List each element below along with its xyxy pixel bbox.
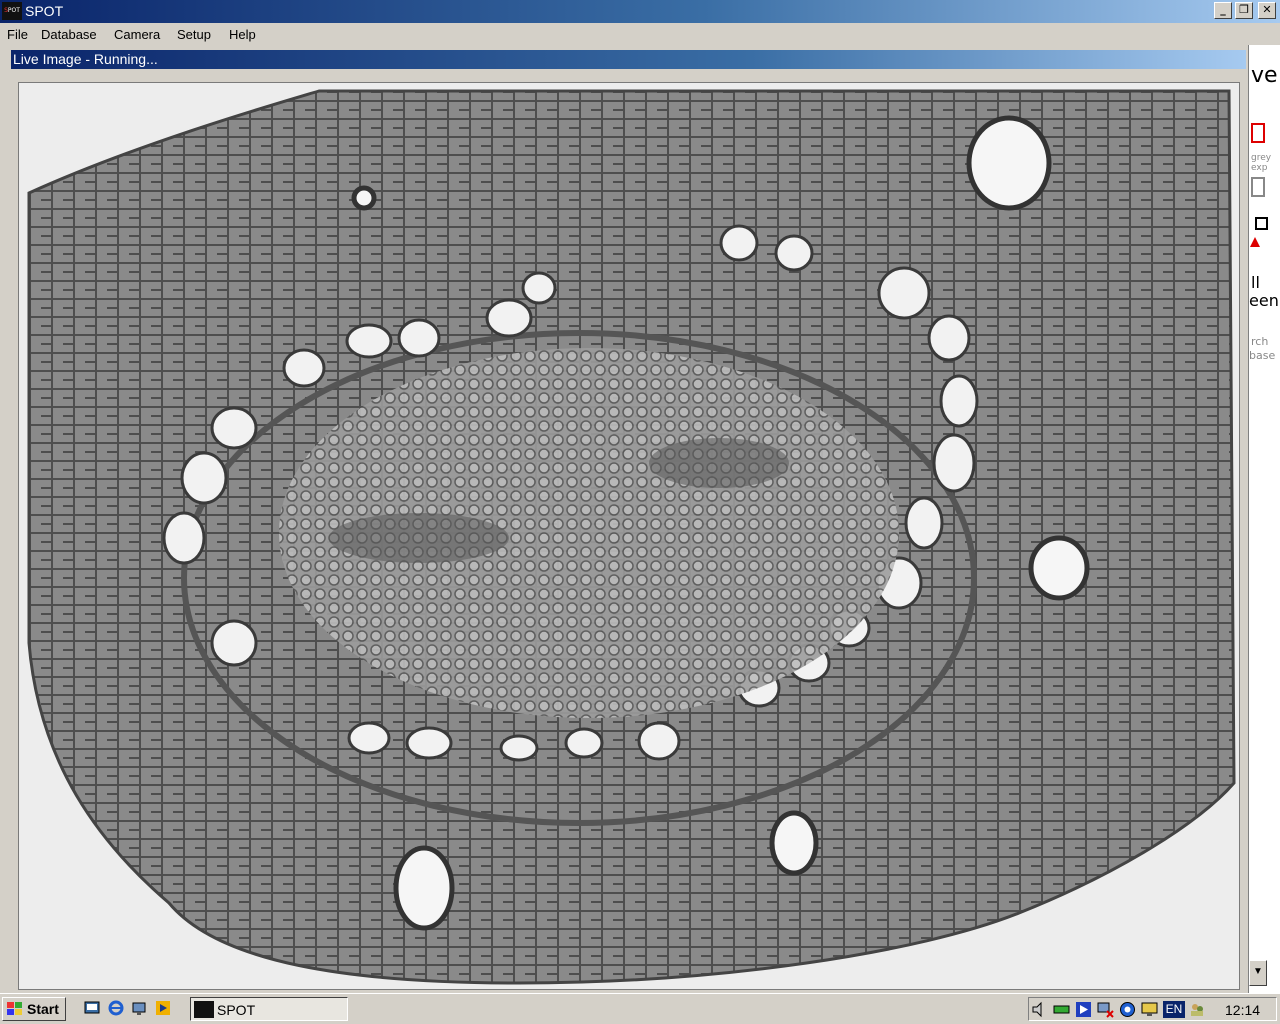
maximize-button[interactable]: ❐ xyxy=(1235,2,1253,19)
clock: 12:14 xyxy=(1225,1002,1261,1018)
side-label-database[interactable]: base xyxy=(1249,349,1275,362)
red-arrow-icon xyxy=(1250,237,1260,247)
menu-setup[interactable]: Setup xyxy=(177,27,211,42)
micrograph-image xyxy=(27,89,1236,985)
taskbar: Start SPOT EN 12:14 xyxy=(0,993,1280,1024)
globe-icon[interactable] xyxy=(1119,1001,1136,1018)
maximize-icon: ❐ xyxy=(1239,3,1249,16)
windows-flag-icon xyxy=(7,1002,22,1015)
window-title: SPOT xyxy=(25,3,64,19)
spot-app-icon[interactable]: SPOT xyxy=(2,2,22,20)
internet-explorer-icon[interactable] xyxy=(108,1000,124,1016)
menu-camera[interactable]: Camera xyxy=(114,27,160,42)
title-bar: SPOT SPOT _ ❐ ✕ xyxy=(0,0,1280,23)
menu-file[interactable]: File xyxy=(7,27,28,42)
side-label-screen[interactable]: een xyxy=(1249,291,1279,310)
graphics-card-icon[interactable] xyxy=(1053,1001,1070,1018)
scroll-down-arrow-icon: ▼ xyxy=(1253,966,1263,977)
scroll-down-button[interactable]: ▼ xyxy=(1249,960,1267,986)
live-image-caption: Live Image - Running... xyxy=(13,51,158,67)
grey-exposure-icon[interactable] xyxy=(1251,177,1265,197)
close-button[interactable]: ✕ xyxy=(1258,2,1276,19)
minimize-icon: _ xyxy=(1220,3,1226,16)
show-desktop-icon[interactable] xyxy=(84,1000,100,1016)
users-icon[interactable] xyxy=(1189,1001,1206,1018)
minimize-button[interactable]: _ xyxy=(1214,2,1232,19)
live-image-titlebar[interactable]: Live Image - Running... xyxy=(11,50,1246,69)
volume-icon[interactable] xyxy=(1031,1001,1048,1018)
menu-help[interactable]: Help xyxy=(229,27,256,42)
taskbar-spot-label: SPOT xyxy=(217,1002,256,1018)
system-tray: EN 12:14 xyxy=(1028,997,1277,1021)
side-toolbar: ve grey exp ll een rch base xyxy=(1248,45,1280,993)
network-disconnected-icon[interactable] xyxy=(1097,1001,1114,1018)
display-icon[interactable] xyxy=(1141,1001,1158,1018)
media-icon[interactable] xyxy=(1075,1001,1092,1018)
exposure-icon[interactable] xyxy=(1251,123,1265,143)
spot-task-icon xyxy=(194,1001,214,1018)
side-label-search[interactable]: rch xyxy=(1251,335,1268,348)
side-label-full[interactable]: ll xyxy=(1251,273,1260,292)
menu-bar: File Database Camera Setup Help xyxy=(0,23,1280,45)
side-label-grey: grey xyxy=(1251,153,1272,163)
close-icon: ✕ xyxy=(1262,3,1272,16)
network-icon[interactable] xyxy=(131,1000,147,1016)
language-indicator[interactable]: EN xyxy=(1163,1001,1185,1018)
side-label-ve[interactable]: ve xyxy=(1251,63,1278,88)
taskbar-spot-button[interactable]: SPOT xyxy=(190,997,348,1021)
start-button[interactable]: Start xyxy=(2,997,66,1021)
menu-database[interactable]: Database xyxy=(41,27,97,42)
square-select-icon[interactable] xyxy=(1255,217,1268,230)
live-image-view[interactable] xyxy=(18,82,1240,990)
side-label-exp: exp xyxy=(1251,163,1268,173)
media-player-icon[interactable] xyxy=(155,1000,171,1016)
start-label: Start xyxy=(27,1001,59,1017)
